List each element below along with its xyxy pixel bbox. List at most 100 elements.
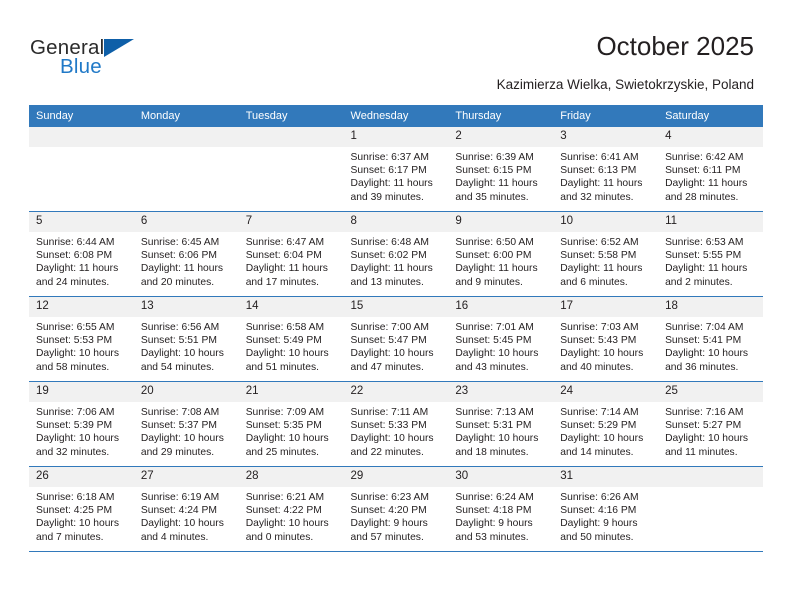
day-sun-info: Sunrise: 6:52 AM Sunset: 5:58 PM Daylight:… (553, 232, 658, 289)
day-sun-info: Sunrise: 6:21 AM Sunset: 4:22 PM Daylight:… (239, 487, 344, 544)
sunrise-text: Sunrise: 7:09 AM (245, 407, 325, 418)
calendar-day-cell[interactable]: 13 Sunrise: 6:56 AM Sunset: 5:51 PM Dayligh… (133, 296, 239, 382)
sunset-text: Sunset: 5:35 PM (245, 420, 322, 432)
calendar-day-cell[interactable]: 14 Sunrise: 6:58 AM Sunset: 5:49 PM Dayligh… (238, 296, 344, 382)
sunrise-text: Sunrise: 6:23 AM (350, 492, 429, 503)
calendar-day-cell[interactable]: 23 Sunrise: 7:13 AM Sunset: 5:31 PM Dayligh… (448, 381, 554, 467)
calendar-grid: Sunday Monday Tuesday Wednesday Thursday… (29, 105, 763, 552)
daylight-text: Daylight: 11 hours and 20 minutes. (140, 263, 224, 288)
daylight-text: Daylight: 11 hours and 28 minutes. (665, 178, 748, 203)
calendar-day-cell[interactable]: 27 Sunrise: 6:19 AM Sunset: 4:24 PM Dayligh… (133, 466, 239, 552)
calendar-day-cell[interactable]: 1 Sunrise: 6:37 AM Sunset: 6:17 PM Daylight… (343, 127, 449, 212)
daylight-text: Daylight: 10 hours and 32 minutes. (36, 433, 119, 458)
day-sun-info: Sunrise: 7:00 AM Sunset: 5:47 PM Daylight:… (344, 317, 449, 374)
sunset-text: Sunset: 4:25 PM (36, 505, 113, 517)
calendar-day-cell[interactable]: 8 Sunrise: 6:48 AM Sunset: 6:02 PM Daylight… (343, 211, 449, 297)
day-sun-info: Sunrise: 6:24 AM Sunset: 4:18 PM Daylight:… (448, 487, 553, 544)
sunrise-text: Sunrise: 6:39 AM (455, 152, 534, 163)
logo-triangle-icon (104, 39, 134, 57)
calendar-day-cell[interactable]: 26 Sunrise: 6:18 AM Sunset: 4:25 PM Dayligh… (29, 466, 134, 552)
calendar-day-cell-empty (238, 127, 344, 212)
calendar-day-cell[interactable]: 20 Sunrise: 7:08 AM Sunset: 5:37 PM Dayligh… (133, 381, 239, 467)
daylight-text: Daylight: 10 hours and 11 minutes. (665, 433, 749, 458)
calendar-day-cell[interactable]: 29 Sunrise: 6:23 AM Sunset: 4:20 PM Dayligh… (343, 466, 449, 552)
sunset-text: Sunset: 5:29 PM (560, 420, 637, 432)
sunrise-text: Sunrise: 6:44 AM (36, 237, 115, 248)
sunset-text: Sunset: 6:08 PM (36, 250, 113, 262)
sunset-text: Sunset: 6:13 PM (560, 165, 637, 177)
daylight-text: Daylight: 11 hours and 2 minutes. (665, 263, 748, 288)
calendar-day-cell[interactable]: 28 Sunrise: 6:21 AM Sunset: 4:22 PM Dayligh… (238, 466, 344, 552)
sunset-text: Sunset: 5:27 PM (665, 420, 742, 432)
calendar-day-cell[interactable]: 10 Sunrise: 6:52 AM Sunset: 5:58 PM Dayligh… (553, 211, 659, 297)
day-sun-info: Sunrise: 7:13 AM Sunset: 5:31 PM Daylight:… (448, 402, 553, 459)
day-number: 24 (553, 382, 659, 402)
day-number: 17 (553, 297, 659, 317)
sunset-text: Sunset: 4:24 PM (140, 505, 217, 517)
sunset-text: Sunset: 6:17 PM (350, 165, 427, 177)
daylight-text: Daylight: 10 hours and 7 minutes. (36, 518, 119, 543)
day-sun-info: Sunrise: 6:23 AM Sunset: 4:20 PM Daylight:… (344, 487, 449, 544)
sunrise-text: Sunrise: 7:04 AM (665, 322, 744, 333)
calendar-day-cell[interactable]: 25 Sunrise: 7:16 AM Sunset: 5:27 PM Dayligh… (658, 381, 763, 467)
day-number: 26 (29, 467, 134, 487)
day-number: 31 (553, 467, 659, 487)
calendar-day-cell-empty (133, 127, 239, 212)
calendar-head: Sunday Monday Tuesday Wednesday Thursday… (29, 105, 763, 127)
weekday-header-row: Sunday Monday Tuesday Wednesday Thursday… (29, 105, 763, 127)
calendar-day-cell[interactable]: 15 Sunrise: 7:00 AM Sunset: 5:47 PM Dayligh… (343, 296, 449, 382)
calendar-day-cell[interactable]: 11 Sunrise: 6:53 AM Sunset: 5:55 PM Dayligh… (658, 211, 763, 297)
daylight-text: Daylight: 10 hours and 0 minutes. (245, 518, 329, 543)
calendar-table: Sunday Monday Tuesday Wednesday Thursday… (29, 105, 763, 552)
calendar-day-cell[interactable]: 24 Sunrise: 7:14 AM Sunset: 5:29 PM Dayligh… (553, 381, 659, 467)
calendar-week-row: 19 Sunrise: 7:06 AM Sunset: 5:39 PM Dayligh… (29, 381, 763, 467)
calendar-day-cell[interactable]: 2 Sunrise: 6:39 AM Sunset: 6:15 PM Daylight… (448, 127, 554, 212)
daylight-text: Daylight: 10 hours and 54 minutes. (140, 348, 224, 373)
day-sun-info: Sunrise: 7:09 AM Sunset: 5:35 PM Daylight:… (239, 402, 344, 459)
sunrise-text: Sunrise: 6:45 AM (140, 237, 220, 248)
sunset-text: Sunset: 5:37 PM (140, 420, 217, 432)
calendar-day-cell[interactable]: 9 Sunrise: 6:50 AM Sunset: 6:00 PM Daylight… (448, 211, 554, 297)
calendar-day-cell[interactable]: 16 Sunrise: 7:01 AM Sunset: 5:45 PM Dayligh… (448, 296, 554, 382)
day-number: 30 (448, 467, 554, 487)
calendar-day-cell[interactable]: 22 Sunrise: 7:11 AM Sunset: 5:33 PM Dayligh… (343, 381, 449, 467)
sunrise-text: Sunrise: 6:55 AM (36, 322, 115, 333)
day-number: 3 (553, 127, 659, 147)
calendar-day-cell[interactable]: 12 Sunrise: 6:55 AM Sunset: 5:53 PM Dayligh… (29, 296, 134, 382)
calendar-day-cell[interactable]: 21 Sunrise: 7:09 AM Sunset: 5:35 PM Dayligh… (238, 381, 344, 467)
day-sun-info: Sunrise: 6:19 AM Sunset: 4:24 PM Daylight:… (134, 487, 239, 544)
daylight-text: Daylight: 11 hours and 24 minutes. (36, 263, 119, 288)
calendar-week-row: 5 Sunrise: 6:44 AM Sunset: 6:08 PM Daylight… (29, 211, 763, 297)
calendar-day-cell[interactable]: 19 Sunrise: 7:06 AM Sunset: 5:39 PM Dayligh… (29, 381, 134, 467)
daylight-text: Daylight: 10 hours and 40 minutes. (560, 348, 644, 373)
calendar-day-cell[interactable]: 7 Sunrise: 6:47 AM Sunset: 6:04 PM Daylight… (238, 211, 344, 297)
day-sun-info: Sunrise: 7:03 AM Sunset: 5:43 PM Daylight:… (553, 317, 658, 374)
calendar-day-cell[interactable]: 30 Sunrise: 6:24 AM Sunset: 4:18 PM Dayligh… (448, 466, 554, 552)
calendar-day-cell[interactable]: 17 Sunrise: 7:03 AM Sunset: 5:43 PM Dayligh… (553, 296, 659, 382)
day-number: 25 (658, 382, 763, 402)
general-blue-logo[interactable]: General Blue (30, 36, 230, 86)
weekday-header-monday: Monday (133, 105, 239, 127)
calendar-day-cell[interactable]: 6 Sunrise: 6:45 AM Sunset: 6:06 PM Daylight… (133, 211, 239, 297)
calendar-day-cell[interactable]: 18 Sunrise: 7:04 AM Sunset: 5:41 PM Dayligh… (658, 296, 763, 382)
sunrise-text: Sunrise: 7:11 AM (350, 407, 429, 418)
day-sun-info: Sunrise: 7:04 AM Sunset: 5:41 PM Daylight:… (658, 317, 763, 374)
daylight-text: Daylight: 10 hours and 51 minutes. (245, 348, 329, 373)
sunset-text: Sunset: 6:06 PM (140, 250, 217, 262)
day-sun-info: Sunrise: 6:44 AM Sunset: 6:08 PM Daylight:… (29, 232, 134, 289)
day-number: 14 (238, 297, 344, 317)
day-sun-info: Sunrise: 6:37 AM Sunset: 6:17 PM Daylight:… (344, 147, 449, 204)
calendar-day-cell[interactable]: 3 Sunrise: 6:41 AM Sunset: 6:13 PM Daylight… (553, 127, 659, 212)
calendar-day-cell[interactable]: 4 Sunrise: 6:42 AM Sunset: 6:11 PM Daylight… (658, 127, 763, 212)
sunset-text: Sunset: 6:02 PM (350, 250, 427, 262)
calendar-day-cell[interactable]: 31 Sunrise: 6:26 AM Sunset: 4:16 PM Dayligh… (553, 466, 659, 552)
day-number: 7 (238, 212, 344, 232)
day-sun-info: Sunrise: 6:53 AM Sunset: 5:55 PM Daylight:… (658, 232, 763, 289)
sunrise-text: Sunrise: 7:01 AM (455, 322, 534, 333)
day-number: 20 (133, 382, 239, 402)
calendar-week-row: 1 Sunrise: 6:37 AM Sunset: 6:17 PM Daylight… (29, 127, 763, 212)
calendar-day-cell[interactable]: 5 Sunrise: 6:44 AM Sunset: 6:08 PM Daylight… (29, 211, 134, 297)
day-sun-info: Sunrise: 6:18 AM Sunset: 4:25 PM Daylight:… (29, 487, 134, 544)
daylight-text: Daylight: 10 hours and 29 minutes. (140, 433, 224, 458)
sunrise-text: Sunrise: 7:08 AM (140, 407, 220, 418)
